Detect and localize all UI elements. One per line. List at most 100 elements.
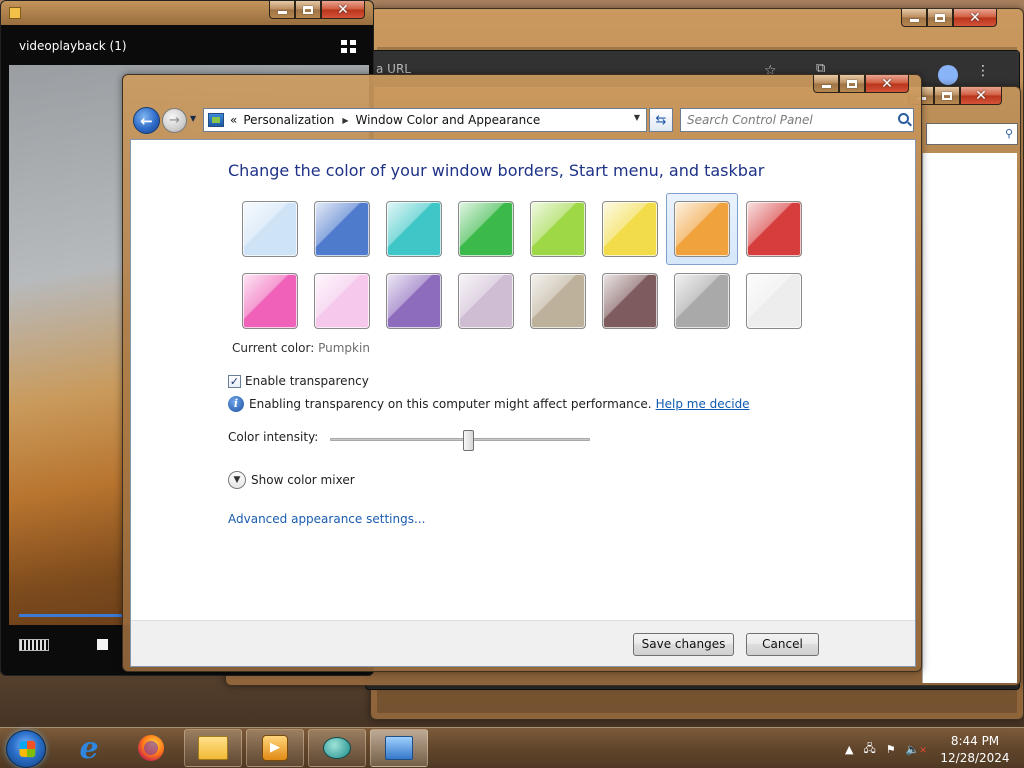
swatch-taupe[interactable] xyxy=(522,265,594,337)
color-swatch[interactable] xyxy=(530,201,586,257)
search-field[interactable]: ⚲ xyxy=(926,123,1018,145)
color-swatch[interactable] xyxy=(386,273,442,329)
color-swatch[interactable] xyxy=(746,201,802,257)
help-me-decide-link[interactable]: Help me decide xyxy=(656,397,750,411)
refresh-button[interactable]: ⇆ xyxy=(649,108,673,132)
taskbar-control-panel[interactable] xyxy=(370,729,428,767)
main-caption-buttons: ✕ xyxy=(813,75,909,93)
enable-transparency-checkbox[interactable]: ✓ Enable transparency xyxy=(228,374,369,388)
taskbar-explorer[interactable] xyxy=(184,729,242,767)
swatch-blush[interactable] xyxy=(738,193,810,265)
account-icon[interactable] xyxy=(938,65,958,85)
breadcrumb-personalization[interactable]: Personalization xyxy=(243,113,334,127)
swatch-violet[interactable] xyxy=(378,265,450,337)
close-button[interactable]: ✕ xyxy=(321,1,365,19)
address-dropdown-icon[interactable]: ▼ xyxy=(634,113,640,122)
forward-button[interactable]: → xyxy=(162,108,187,133)
search-icon[interactable] xyxy=(898,113,909,124)
color-swatch[interactable] xyxy=(530,273,586,329)
maximize-button[interactable] xyxy=(927,9,953,27)
taskbar: e ▶ ▲ 🖧 ⚑ 🔈✕ 8:44 PM 12/28/2024 xyxy=(0,727,1024,768)
color-swatch[interactable] xyxy=(242,273,298,329)
color-swatch[interactable] xyxy=(746,273,802,329)
minimize-button[interactable] xyxy=(901,9,927,27)
swatch-rose[interactable] xyxy=(234,265,306,337)
show-color-mixer-label[interactable]: Show color mixer xyxy=(251,473,355,487)
swatch-lavender[interactable] xyxy=(450,265,522,337)
swatch-slate[interactable] xyxy=(666,265,738,337)
close-button[interactable]: ✕ xyxy=(865,75,909,93)
background-window-caption-buttons: ✕ xyxy=(901,9,997,27)
color-swatch[interactable] xyxy=(242,201,298,257)
color-swatch[interactable] xyxy=(602,201,658,257)
advanced-appearance-link[interactable]: Advanced appearance settings... xyxy=(228,512,425,526)
checkbox-icon[interactable]: ✓ xyxy=(228,374,241,388)
swatch-frost[interactable] xyxy=(738,265,810,337)
taskbar-media-player[interactable]: ▶ xyxy=(246,729,304,767)
color-swatch[interactable] xyxy=(674,201,730,257)
clock[interactable]: 8:44 PM 12/28/2024 xyxy=(940,733,1010,767)
color-swatch[interactable] xyxy=(314,273,370,329)
swatch-twilight[interactable] xyxy=(306,193,378,265)
stop-icon[interactable] xyxy=(97,639,108,650)
notification-area: ▲ 🖧 ⚑ 🔈✕ xyxy=(845,740,947,759)
navigation-bar: ← → ▼ « Personalization ▶ Window Color a… xyxy=(131,105,915,135)
cancel-button[interactable]: Cancel xyxy=(746,633,819,656)
breadcrumb-overflow[interactable]: « xyxy=(230,113,237,127)
volume-muted-icon[interactable]: 🔈✕ xyxy=(906,743,937,756)
close-button[interactable]: ✕ xyxy=(960,87,1002,105)
color-swatch[interactable] xyxy=(602,273,658,329)
more-menu-icon[interactable]: ⋮ xyxy=(976,63,990,79)
breadcrumb-window-color[interactable]: Window Color and Appearance xyxy=(355,113,540,127)
show-hidden-icons-icon[interactable]: ▲ xyxy=(845,743,853,756)
taskbar-messenger[interactable] xyxy=(308,729,366,767)
start-button[interactable] xyxy=(6,730,46,768)
maximize-button[interactable] xyxy=(934,87,960,105)
address-bar[interactable]: « Personalization ▶ Window Color and App… xyxy=(203,108,647,132)
volume-icon[interactable] xyxy=(19,639,49,651)
search-icon: ⚲ xyxy=(1004,127,1013,140)
color-swatch[interactable] xyxy=(386,201,442,257)
window-color-appearance-window: ✕ ← → ▼ « Personalization ▶ Window Color… xyxy=(122,74,922,672)
view-switch-icon[interactable] xyxy=(341,40,357,54)
color-swatch[interactable] xyxy=(458,201,514,257)
slider-thumb[interactable] xyxy=(462,430,474,451)
minimize-button[interactable] xyxy=(269,1,295,19)
control-panel-icon xyxy=(208,113,224,127)
enable-transparency-label[interactable]: Enable transparency xyxy=(245,374,369,388)
color-swatch[interactable] xyxy=(674,273,730,329)
swatch-pumpkin[interactable] xyxy=(666,193,738,265)
seek-bar[interactable] xyxy=(19,614,123,617)
transparency-info: i Enabling transparency on this computer… xyxy=(228,396,750,412)
action-center-flag-icon[interactable]: ⚑ xyxy=(886,743,896,756)
maximize-button[interactable] xyxy=(839,75,865,93)
swatch-chocolate[interactable] xyxy=(594,265,666,337)
swatch-sun[interactable] xyxy=(594,193,666,265)
taskbar-ie[interactable]: e xyxy=(60,729,118,767)
color-intensity-slider[interactable] xyxy=(330,438,590,441)
swatch-sea[interactable] xyxy=(378,193,450,265)
back-button[interactable]: ← xyxy=(133,107,160,134)
video-caption-buttons: ✕ xyxy=(269,1,365,19)
swatch-fuchsia[interactable] xyxy=(306,265,378,337)
current-color: Current color: Pumpkin xyxy=(232,341,370,355)
color-swatch[interactable] xyxy=(314,201,370,257)
recent-pages-dropdown[interactable]: ▼ xyxy=(190,114,196,123)
content-area xyxy=(922,153,1017,683)
network-icon[interactable]: 🖧 xyxy=(863,740,875,759)
swatch-leaf[interactable] xyxy=(450,193,522,265)
close-button[interactable]: ✕ xyxy=(953,9,997,27)
search-input[interactable] xyxy=(687,113,887,127)
swatch-lime[interactable] xyxy=(522,193,594,265)
maximize-button[interactable] xyxy=(295,1,321,19)
taskbar-firefox[interactable] xyxy=(122,729,180,767)
save-changes-button[interactable]: Save changes xyxy=(633,633,734,656)
clock-date: 12/28/2024 xyxy=(940,751,1010,765)
search-box[interactable] xyxy=(680,108,914,132)
show-color-mixer-toggle[interactable]: ▼ Show color mixer xyxy=(228,471,355,489)
minimize-button[interactable] xyxy=(813,75,839,93)
color-swatch[interactable] xyxy=(458,273,514,329)
swatch-sky[interactable] xyxy=(234,193,306,265)
chevron-down-icon[interactable]: ▼ xyxy=(228,471,246,489)
breadcrumb-separator-icon[interactable]: ▶ xyxy=(342,116,348,125)
